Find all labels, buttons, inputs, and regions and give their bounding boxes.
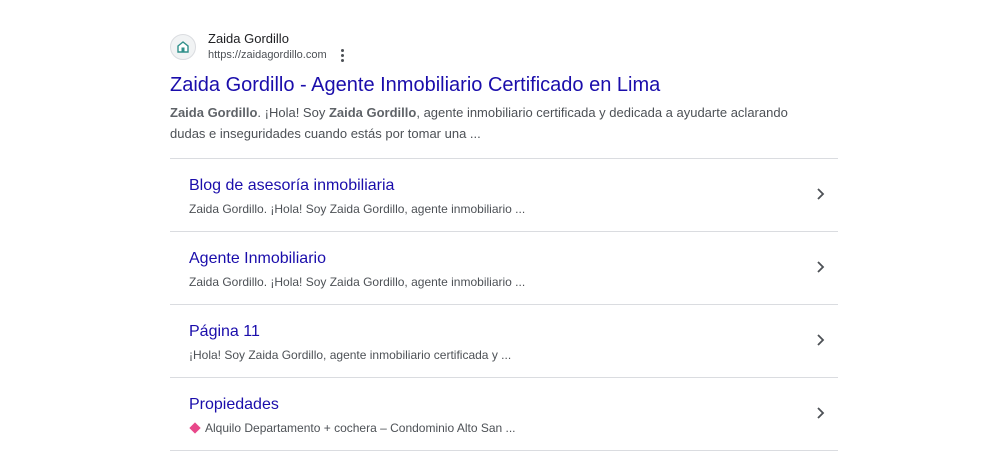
chevron-right-icon[interactable] [814,333,826,347]
site-name[interactable]: Zaida Gordillo [208,31,349,47]
sitelink-description: Alquilo Departamento + cochera – Condomi… [205,421,516,435]
pink-diamond-icon [189,422,201,434]
chevron-right-icon[interactable] [814,406,826,420]
sitelink-title[interactable]: Agente Inmobiliario [189,249,326,269]
snippet-text: . ¡Hola! Soy [257,105,329,120]
sitelink-description: ¡Hola! Soy Zaida Gordillo, agente inmobi… [189,348,512,362]
sitelink-title[interactable]: Propiedades [189,395,279,415]
site-header: Zaida Gordillo https://zaidagordillo.com [170,29,838,65]
sitelink-description: Zaida Gordillo. ¡Hola! Soy Zaida Gordill… [189,202,526,216]
sitelink-title[interactable]: Página 11 [189,322,260,342]
house-logo-icon[interactable] [170,34,196,60]
result-title-link[interactable]: Zaida Gordillo - Agente Inmobiliario Cer… [170,72,838,98]
snippet-bold-name: Zaida Gordillo [170,105,258,120]
search-result: Zaida Gordillo https://zaidagordillo.com… [170,29,838,451]
snippet-bold-name-2: Zaida Gordillo [328,105,417,120]
chevron-right-icon[interactable] [814,187,826,201]
chevron-right-icon[interactable] [814,260,826,274]
site-meta: Zaida Gordillo https://zaidagordillo.com [208,31,349,63]
sitelink-title[interactable]: Blog de asesoría inmobiliaria [189,176,394,196]
more-vert-icon[interactable] [337,48,349,62]
site-url-row: https://zaidagordillo.com [208,47,349,63]
sitelink-blog[interactable]: Blog de asesoría inmobiliaria Zaida Gord… [170,159,838,232]
sitelink-propiedades[interactable]: Propiedades Alquilo Departamento + coche… [170,378,838,451]
sitelinks-list: Blog de asesoría inmobiliaria Zaida Gord… [170,158,838,451]
sitelink-agente[interactable]: Agente Inmobiliario Zaida Gordillo. ¡Hol… [170,232,838,305]
sitelink-description: Zaida Gordillo. ¡Hola! Soy Zaida Gordill… [189,275,526,289]
result-snippet: Zaida Gordillo. ¡Hola! Soy Zaida Gordill… [170,102,820,144]
sitelink-description-row: Alquilo Departamento + cochera – Condomi… [189,420,516,436]
sitelink-pagina-11[interactable]: Página 11 ¡Hola! Soy Zaida Gordillo, age… [170,305,838,378]
site-url[interactable]: https://zaidagordillo.com [208,47,327,63]
